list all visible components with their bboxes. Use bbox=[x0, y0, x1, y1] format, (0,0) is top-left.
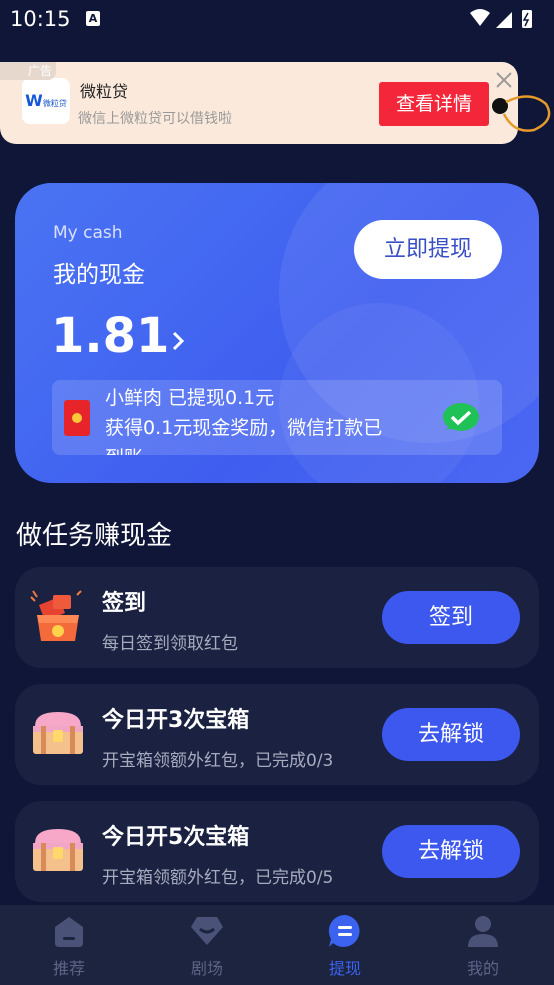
cash-title: 我的现金 bbox=[53, 262, 145, 288]
tasks-section-title: 做任务赚现金 bbox=[16, 521, 173, 551]
home-icon bbox=[55, 917, 83, 947]
treasure-chest-icon bbox=[33, 712, 83, 754]
notice-line: 到账 bbox=[105, 443, 143, 455]
task-subtitle: 开宝箱领额外红包，已完成0/5 bbox=[102, 868, 334, 888]
tab-label: 剧场 bbox=[190, 959, 223, 978]
red-envelope-icon bbox=[64, 400, 90, 436]
ad-title: 微粒贷 bbox=[80, 82, 129, 101]
ad-subtitle: 微信上微粒贷可以借钱啦 bbox=[78, 111, 232, 127]
tab-theater[interactable]: 剧场 bbox=[138, 905, 276, 985]
tab-label: 推荐 bbox=[52, 959, 85, 978]
unlock-button[interactable]: 去解锁 bbox=[382, 825, 520, 878]
rope-decoration-icon bbox=[492, 95, 551, 132]
task-subtitle: 开宝箱领额外红包，已完成0/3 bbox=[102, 751, 334, 771]
profile-icon bbox=[468, 916, 498, 947]
status-time: 10:15 bbox=[10, 7, 71, 31]
task-title: 今日开5次宝箱 bbox=[102, 825, 250, 850]
treasure-chest-icon bbox=[33, 829, 83, 871]
task-title: 签到 bbox=[102, 591, 147, 616]
status-bar: 10:15 A bbox=[0, 0, 554, 40]
tab-mine[interactable]: 我的 bbox=[414, 905, 552, 985]
theater-icon bbox=[191, 917, 223, 945]
withdraw-icon bbox=[328, 914, 360, 947]
cash-amount[interactable]: 1.81 bbox=[51, 308, 169, 364]
withdraw-now-button[interactable]: 立即提现 bbox=[354, 220, 502, 279]
cash-en-label: My cash bbox=[53, 223, 123, 243]
tab-withdraw[interactable]: 提现 bbox=[276, 905, 414, 985]
chevron-right-icon[interactable] bbox=[170, 331, 186, 351]
ad-detail-button[interactable]: 查看详情 bbox=[379, 82, 489, 126]
notification-icon: A bbox=[86, 11, 100, 26]
ad-tag: 广告 bbox=[0, 62, 56, 80]
signal-battery-icon bbox=[470, 9, 532, 28]
task-card-chest-3: 今日开3次宝箱 开宝箱领额外红包，已完成0/3 去解锁 bbox=[15, 684, 539, 785]
ad-banner[interactable]: W微粒贷 微粒贷 微信上微粒贷可以借钱啦 查看详情 bbox=[0, 62, 518, 144]
task-card-chest-5: 今日开5次宝箱 开宝箱领额外红包，已完成0/5 去解锁 bbox=[15, 801, 539, 902]
tab-label: 提现 bbox=[328, 959, 361, 978]
task-subtitle: 每日签到领取红包 bbox=[102, 634, 238, 654]
task-card-checkin: 签到 每日签到领取红包 签到 bbox=[15, 567, 539, 668]
cash-card: My cash 我的现金 立即提现 1.81 小鲜肉 已提现0.1元 获得0.1… bbox=[15, 183, 539, 483]
tab-recommend[interactable]: 推荐 bbox=[0, 905, 138, 985]
notice-line: 小鲜肉 已提现0.1元 bbox=[105, 387, 275, 409]
bottom-tab-bar: 推荐 剧场 提现 我的 bbox=[0, 905, 554, 985]
tab-label: 我的 bbox=[466, 959, 499, 978]
withdraw-notice: 小鲜肉 已提现0.1元 获得0.1元现金奖励，微信打款已 到账 bbox=[52, 380, 502, 455]
task-title: 今日开3次宝箱 bbox=[102, 708, 250, 733]
checkin-button[interactable]: 签到 bbox=[382, 591, 520, 644]
unlock-button[interactable]: 去解锁 bbox=[382, 708, 520, 761]
ad-logo: W微粒贷 bbox=[22, 78, 70, 124]
checkin-gift-icon bbox=[30, 590, 82, 641]
close-icon[interactable] bbox=[494, 70, 514, 90]
notice-line: 获得0.1元现金奖励，微信打款已 bbox=[105, 417, 383, 439]
wechat-icon bbox=[443, 403, 479, 431]
